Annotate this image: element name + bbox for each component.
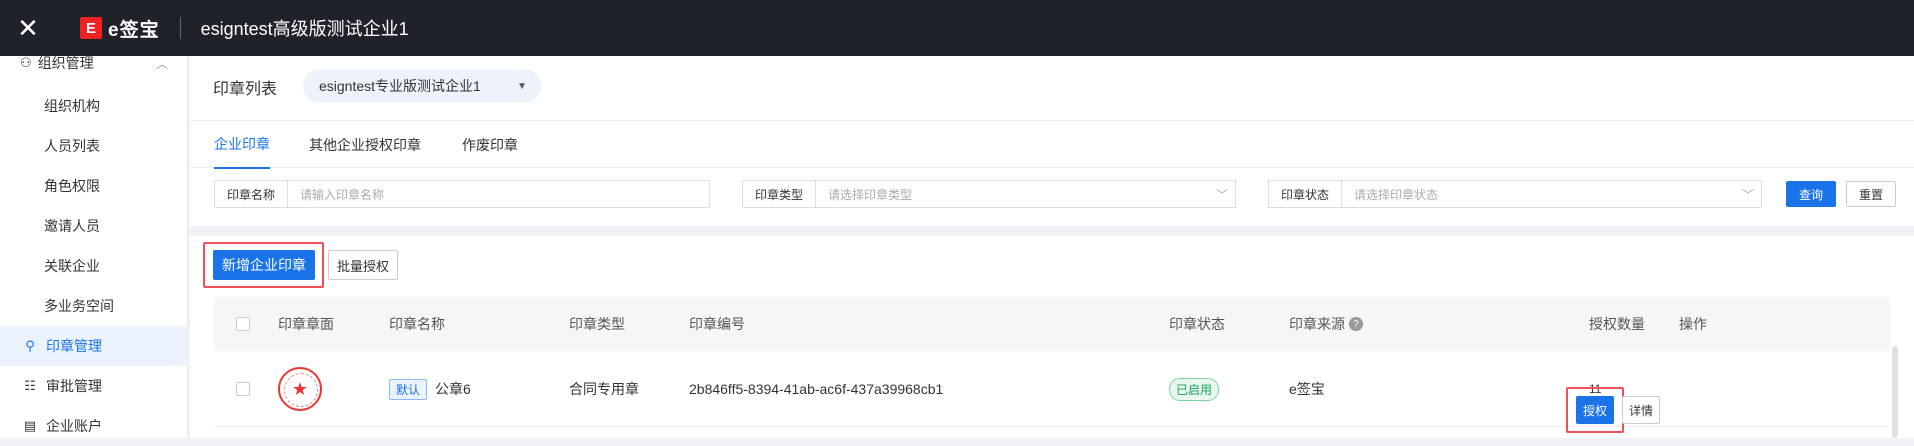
col-count: 授权数量	[1589, 316, 1645, 332]
status-badge: 已启用	[1169, 377, 1220, 401]
logo-mark: E	[80, 17, 102, 39]
logo: E e签宝	[80, 15, 160, 42]
add-seal-button[interactable]: 新增企业印章	[213, 250, 315, 280]
seal-name: 公章6	[435, 381, 471, 397]
col-name: 印章名称	[389, 316, 445, 332]
help-icon[interactable]: ?	[1349, 317, 1363, 331]
seal-status-filter[interactable]: 印章状态 请选择印章状态 ﹀	[1268, 180, 1762, 208]
main-content: 印章列表 esigntest专业版测试企业1 ▼ 企业印章 其他企业授权印章 作…	[190, 56, 1914, 438]
seal-type-filter[interactable]: 印章类型 请选择印章类型 ﹀	[742, 180, 1236, 208]
reset-button[interactable]: 重置	[1846, 181, 1896, 207]
org-icon: ⚇	[20, 55, 32, 70]
sidebar-item-workspace[interactable]: 多业务空间	[0, 286, 188, 326]
chevron-down-icon: ﹀	[1741, 187, 1754, 202]
enterprise-title: esigntest高级版测试企业1	[200, 19, 409, 39]
seal-status-select[interactable]: 请选择印章状态	[1342, 186, 1735, 203]
seal-code: 2b846ff5-8394-41ab-ac6f-437a39968cb1	[689, 381, 944, 397]
col-source: 印章来源 ?	[1289, 297, 1363, 351]
approval-icon: ☷	[24, 378, 36, 393]
sidebar-item-approval[interactable]: ☷ 审批管理	[0, 366, 188, 406]
sidebar-item-seal[interactable]: ⚲ 印章管理	[0, 326, 188, 366]
seal-status-label: 印章状态	[1269, 181, 1343, 207]
seal-source: e签宝	[1289, 381, 1325, 397]
col-code: 印章编号	[689, 316, 745, 332]
select-all-checkbox[interactable]	[236, 317, 250, 331]
seal-type-select[interactable]: 请选择印章类型	[816, 186, 1209, 203]
company-select[interactable]: esigntest专业版测试企业1 ▼	[303, 69, 541, 103]
seal-type: 合同专用章	[569, 381, 639, 397]
sidebar-group-org[interactable]: ⚇ 组织管理 ︿	[0, 48, 188, 78]
query-button[interactable]: 查询	[1786, 181, 1836, 207]
seal-icon: ⚲	[25, 338, 35, 353]
sidebar-item-roles[interactable]: 角色权限	[0, 166, 188, 206]
top-bar: ✕ E e签宝 esigntest高级版测试企业1	[0, 0, 1914, 56]
authorize-button[interactable]: 授权	[1576, 396, 1614, 424]
detail-button[interactable]: 详情	[1622, 396, 1660, 424]
tab-authorized-seal[interactable]: 其他企业授权印章	[309, 121, 421, 169]
sidebar-item-account[interactable]: ▤ 企业账户	[0, 406, 188, 446]
tabs: 企业印章 其他企业授权印章 作废印章	[190, 120, 1914, 169]
seal-type-label: 印章类型	[743, 181, 817, 207]
seal-name-label: 印章名称	[215, 181, 289, 207]
account-icon: ▤	[23, 418, 37, 433]
col-status: 印章状态	[1169, 316, 1225, 332]
sidebar: ⚇ 组织管理 ︿ 组织机构 人员列表 角色权限 邀请人员 关联企业 多业务空间 …	[0, 55, 188, 438]
col-face: 印章章面	[278, 316, 334, 332]
sidebar-group-label: 组织管理	[37, 55, 94, 71]
col-ops: 操作	[1679, 316, 1707, 332]
scrollbar[interactable]	[1892, 346, 1898, 438]
seal-name-filter[interactable]: 印章名称 请输入印章名称	[214, 180, 710, 208]
page-title: 印章列表	[213, 81, 278, 98]
sidebar-item-invite[interactable]: 邀请人员	[0, 206, 188, 246]
row-checkbox[interactable]	[236, 382, 250, 396]
caret-down-icon: ▼	[517, 80, 527, 92]
sidebar-item-members[interactable]: 人员列表	[0, 126, 188, 166]
tab-enterprise-seal[interactable]: 企业印章	[214, 121, 270, 169]
sidebar-item-related[interactable]: 关联企业	[0, 246, 188, 286]
filter-card: 印章列表 esigntest专业版测试企业1 ▼ 企业印章 其他企业授权印章 作…	[190, 56, 1914, 226]
tab-void-seal[interactable]: 作废印章	[462, 121, 518, 169]
divider	[179, 17, 181, 39]
chevron-up-icon: ︿	[155, 56, 168, 71]
table-header: 印章章面 印章名称 印章类型 印章编号 印章状态 印章来源 ? 授权数量 操作	[214, 297, 1890, 351]
seal-list-card: 新增企业印章 批量授权 印章章面 印章名称 印章类型 印章编号 印章状态 印章来…	[190, 236, 1914, 438]
chevron-down-icon: ﹀	[1215, 187, 1228, 202]
seal-name-input[interactable]: 请输入印章名称	[288, 186, 709, 203]
seal-face-image: ★	[278, 367, 322, 411]
logo-text: e签宝	[108, 19, 160, 41]
batch-authorize-button[interactable]: 批量授权	[328, 250, 398, 280]
default-tag: 默认	[389, 378, 428, 400]
sidebar-item-org-structure[interactable]: 组织机构	[0, 86, 188, 126]
col-type: 印章类型	[569, 316, 625, 332]
